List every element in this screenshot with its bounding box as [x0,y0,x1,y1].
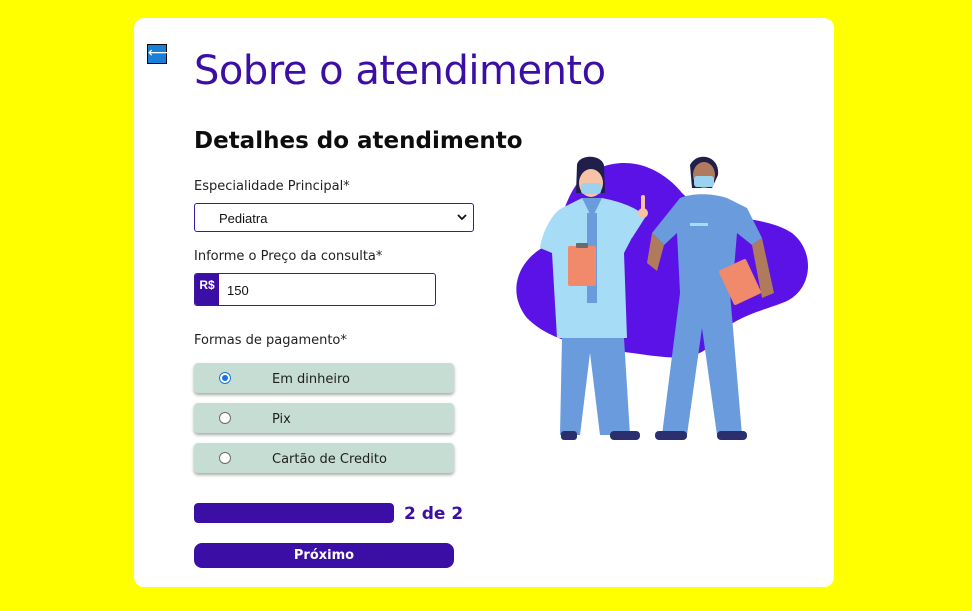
arrow-left-icon: ⟵ [148,45,169,61]
progress-bar [194,503,394,523]
page-title: Sobre o atendimento [194,48,606,94]
specialty-select-value: Pediatra [219,211,268,226]
radio-button[interactable] [219,412,231,424]
price-label: Informe o Preço da consulta* [194,249,383,264]
specialty-select[interactable]: Pediatra [194,203,474,232]
form-card: ⟵ Sobre o atendimento Detalhes do atendi… [134,18,834,587]
currency-prefix: R$ [195,274,219,305]
price-input-value: 150 [227,283,249,298]
payment-option-cash[interactable]: Em dinheiro [194,363,454,393]
next-button[interactable]: Próximo [194,543,454,568]
payment-option-credit-card[interactable]: Cartão de Credito [194,443,454,473]
payment-label: Formas de pagamento* [194,333,347,348]
specialty-label: Especialidade Principal* [194,179,350,194]
chevron-down-icon [457,214,467,221]
back-button[interactable]: ⟵ [147,44,169,64]
payment-option-label: Cartão de Credito [272,452,387,467]
payment-option-pix[interactable]: Pix [194,403,454,433]
radio-button[interactable] [219,372,231,384]
progress-text: 2 de 2 [404,504,464,524]
radio-button[interactable] [219,452,231,464]
section-title: Detalhes do atendimento [194,128,523,154]
doctors-illustration-icon [516,156,809,440]
payment-option-label: Pix [272,412,291,427]
progress-bar-fill [194,503,394,523]
payment-option-label: Em dinheiro [272,372,350,387]
price-input[interactable]: R$ 150 [194,273,436,306]
